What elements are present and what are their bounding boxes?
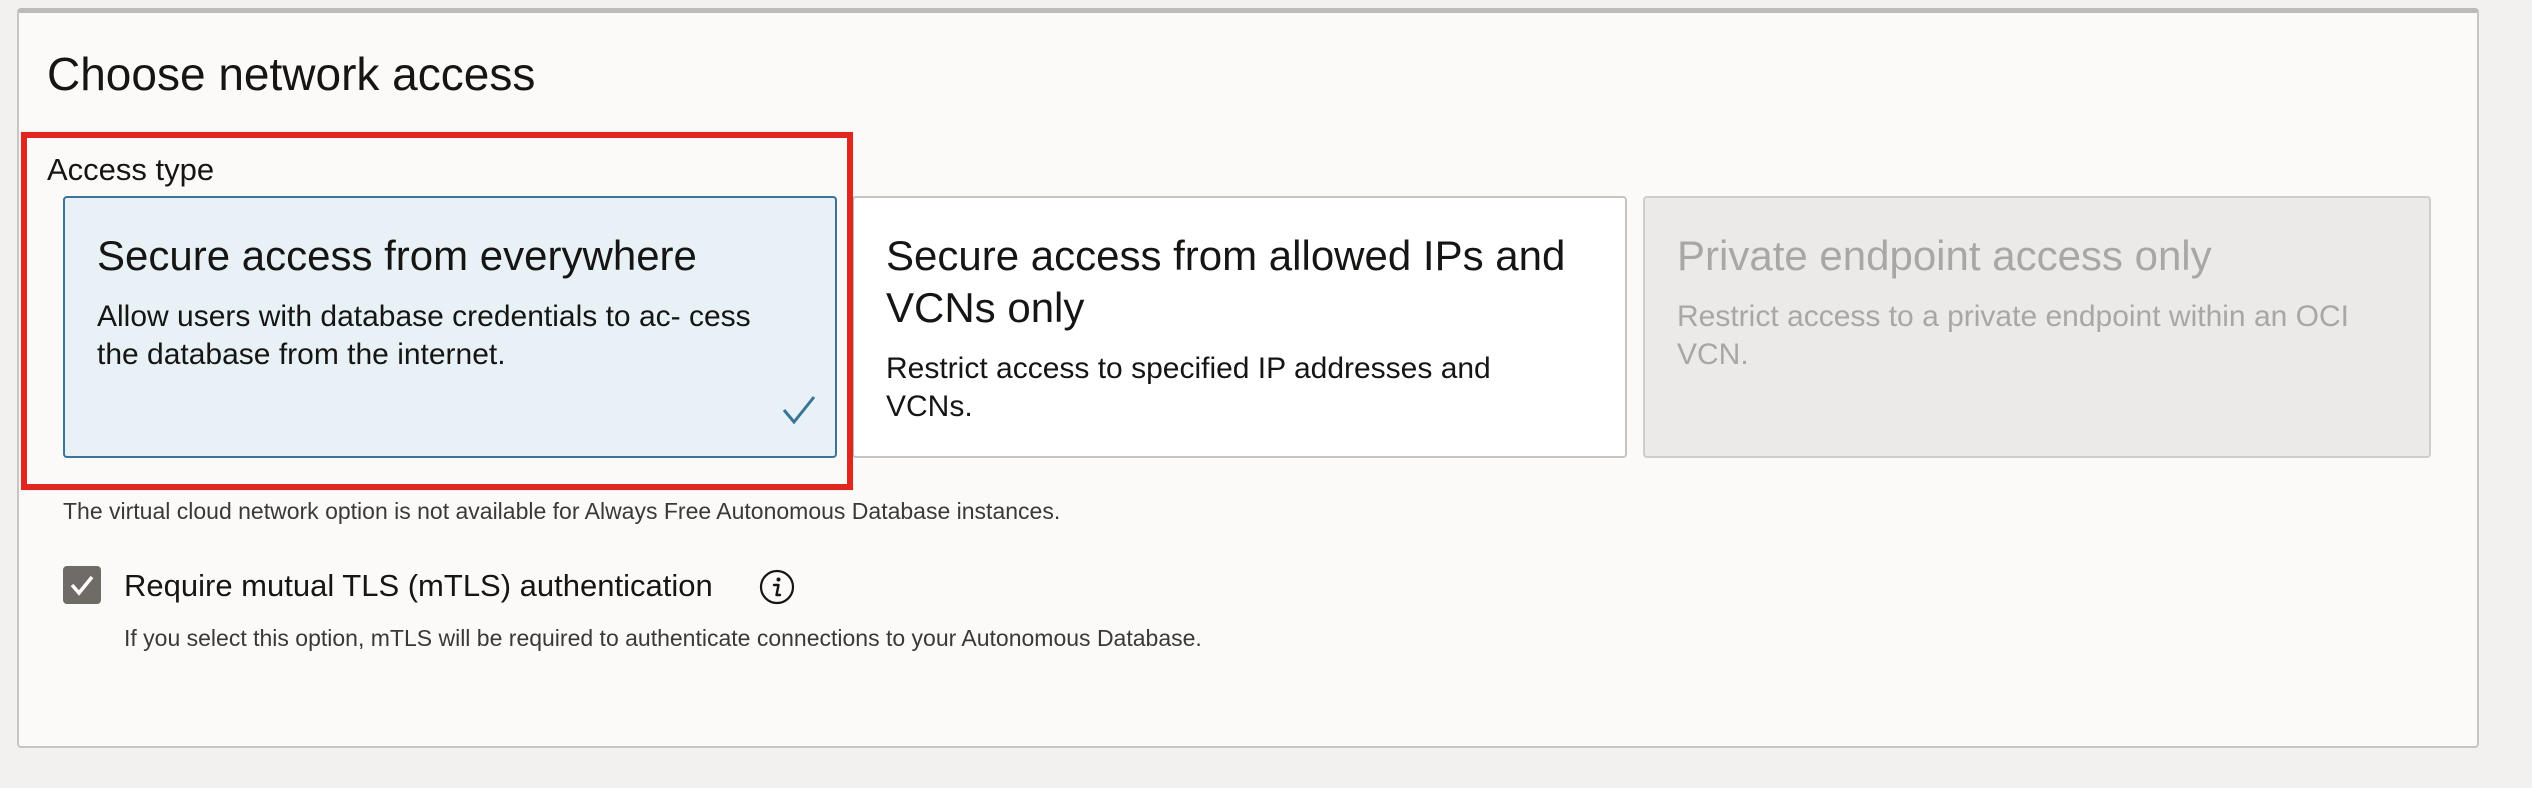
option-description: Restrict access to a private endpoint wi…: [1677, 300, 2349, 371]
check-icon: [782, 396, 816, 425]
option-title: Secure access from everywhere: [97, 232, 697, 279]
option-secure-access-allowed-ips[interactable]: Secure access from allowed IPs and VCNs …: [852, 196, 1627, 458]
option-title: Private endpoint access only: [1677, 232, 2212, 279]
section-title: Choose network access: [47, 48, 536, 100]
info-icon[interactable]: [758, 568, 796, 606]
option-secure-access-everywhere[interactable]: Secure access from everywhere Allow user…: [63, 196, 837, 458]
option-title: Secure access from allowed IPs and VCNs …: [886, 232, 1566, 331]
checkmark-icon: [70, 575, 94, 596]
mtls-checkbox[interactable]: [63, 566, 101, 604]
option-description: Restrict access to specified IP addresse…: [886, 352, 1491, 423]
option-private-endpoint: Private endpoint access only Restrict ac…: [1643, 196, 2431, 458]
vcn-availability-note: The virtual cloud network option is not …: [63, 498, 1061, 524]
mtls-label[interactable]: Require mutual TLS (mTLS) authentication: [124, 566, 713, 606]
access-type-label: Access type: [47, 152, 215, 187]
option-description: Allow users with database credentials to…: [97, 300, 751, 371]
mtls-help-text: If you select this option, mTLS will be …: [124, 625, 1202, 651]
